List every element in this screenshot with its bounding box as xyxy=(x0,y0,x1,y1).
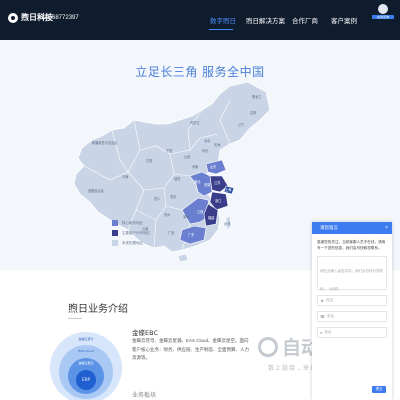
province-label: 上海 xyxy=(225,187,232,192)
ring-label: 金蝶云星空 xyxy=(78,360,93,365)
province-label: 广东 xyxy=(188,232,194,237)
phone-icon: ☎ xyxy=(320,314,325,319)
chat-header: 请您留言 × xyxy=(312,222,392,234)
province-label: 西藏自治区 xyxy=(88,188,105,193)
legend-item: 核心服务地区 xyxy=(112,218,150,228)
map-region-hainan xyxy=(177,253,189,263)
province-label: 浙江 xyxy=(215,198,222,203)
province-label: 江西 xyxy=(197,209,203,214)
province-label: 贵州 xyxy=(164,212,170,217)
legend-label: 未来拓展地区 xyxy=(122,240,143,245)
chat-body: 感谢您的关注，当前客服人员不在线，请填写一下您的信息，我们会尽快和您联系。 请在… xyxy=(312,234,392,343)
province-label: 北京 xyxy=(204,138,210,143)
textarea-placeholder: 请在此输入留言内容，我们会尽快与您联系。（必填） xyxy=(320,269,383,291)
send-button[interactable]: 提交 xyxy=(372,386,386,393)
province-label: 江苏 xyxy=(214,180,221,185)
location-icon: ● xyxy=(320,330,323,335)
province-label: 河北 xyxy=(202,148,209,153)
province-label: 福建 xyxy=(208,215,215,220)
name-placeholder: 姓名 xyxy=(326,298,334,302)
province-label: 广西 xyxy=(168,230,174,235)
province-label: 湖南 xyxy=(183,214,189,219)
province-label: 内蒙古 xyxy=(190,120,200,125)
province-label: 台湾 xyxy=(224,221,231,226)
message-textarea[interactable]: 请在此输入留言内容，我们会尽快与您联系。（必填） xyxy=(317,256,387,291)
legend-swatch xyxy=(112,220,118,226)
province-label: 新疆维吾尔自治区 xyxy=(92,140,118,145)
legend-item: 主要客户分布地区 xyxy=(112,228,150,238)
phone-number: 021-68772397 xyxy=(40,15,79,21)
avatar-icon xyxy=(378,4,388,14)
legend-swatch xyxy=(112,230,118,236)
logo-icon xyxy=(8,12,18,23)
province-label: 安徽 xyxy=(204,182,211,187)
close-icon[interactable]: × xyxy=(385,222,388,234)
province-label: 湖北 xyxy=(194,179,201,184)
chat-message: 感谢您的关注，当前客服人员不在线，请填写一下您的信息，我们会尽快和您联系。 xyxy=(317,240,386,250)
address-placeholder: 地址 xyxy=(324,330,332,334)
map-legend: 核心服务地区 主要客户分布地区 未来拓展地区 xyxy=(112,218,150,248)
active-nav-indicator xyxy=(209,29,233,30)
province-label: 山东 xyxy=(210,164,216,169)
legend-swatch xyxy=(112,240,118,246)
nav-item-solutions[interactable]: 煦日解决方案 xyxy=(246,15,285,25)
product-title: 金蝶EBC xyxy=(132,329,158,337)
profile-label: 在线咨询 xyxy=(372,15,394,19)
profile-button[interactable]: 在线咨询 xyxy=(372,4,394,19)
province-label: 青海 xyxy=(122,174,129,179)
phone-field[interactable]: ☎ 电话 xyxy=(317,311,387,322)
name-field[interactable]: ☻ 姓名 xyxy=(317,295,387,306)
ring-label: EAS Cloud xyxy=(78,349,93,353)
product-rings-diagram: 金蝶云苍穹 EAS Cloud 金蝶云星空 ERP xyxy=(50,332,122,400)
china-map: 黑龙江 吉林 辽宁 内蒙古 新疆维吾尔自治区 西藏自治区 青海 甘肃 四川 云南… xyxy=(73,81,271,263)
legend-label: 核心服务地区 xyxy=(122,220,143,225)
watermark-logo-icon xyxy=(258,336,278,357)
top-navigation-bar: 煦日科技 021-68772397 数字煦日 煦日解决方案 合作厂商 客户案例 … xyxy=(0,0,400,40)
province-label: 甘肃 xyxy=(146,158,153,163)
province-label: 黑龙江 xyxy=(252,94,262,99)
section-title-underline xyxy=(68,318,82,319)
chat-widget: 请您留言 × 感谢您的关注，当前客服人员不在线，请填写一下您的信息，我们会尽快和… xyxy=(312,222,392,400)
product-description: 金蝶云苍穹、金蝶云星瀚、EAS Cloud、金蝶云星空。面向客户核心业务：财务、… xyxy=(132,338,249,360)
business-section-title: 煦日业务介绍 xyxy=(68,304,128,315)
province-label: 河南 xyxy=(192,164,198,169)
province-label: 重庆 xyxy=(170,194,177,199)
ring-label: 金蝶云苍穹 xyxy=(78,336,93,341)
chat-title: 请您留言 xyxy=(320,225,338,230)
province-label: 辽宁 xyxy=(238,122,244,127)
province-label: 陕西 xyxy=(174,176,180,181)
province-label: 天津 xyxy=(214,142,221,147)
province-label: 宁夏 xyxy=(166,148,173,153)
user-icon: ☻ xyxy=(320,298,325,303)
province-label: 四川 xyxy=(154,197,160,201)
nav-item-cases[interactable]: 客户案例 xyxy=(331,15,357,25)
legend-label: 主要客户分布地区 xyxy=(122,230,150,235)
nav-item-partners[interactable]: 合作厂商 xyxy=(292,15,318,25)
map-headline: 立足长三角 服务全中国 xyxy=(135,65,265,79)
nav-item-digital[interactable]: 数字煦日 xyxy=(210,15,236,25)
legend-item: 未来拓展地区 xyxy=(112,238,150,248)
map-mainland xyxy=(73,81,271,253)
ring-label: ERP xyxy=(82,377,90,382)
more-link[interactable]: 业务板块 xyxy=(132,390,156,399)
province-label: 山西 xyxy=(184,154,190,159)
province-label: 吉林 xyxy=(250,110,257,115)
address-field[interactable]: ● 地址 xyxy=(317,327,387,338)
phone-placeholder: 电话 xyxy=(326,314,334,318)
